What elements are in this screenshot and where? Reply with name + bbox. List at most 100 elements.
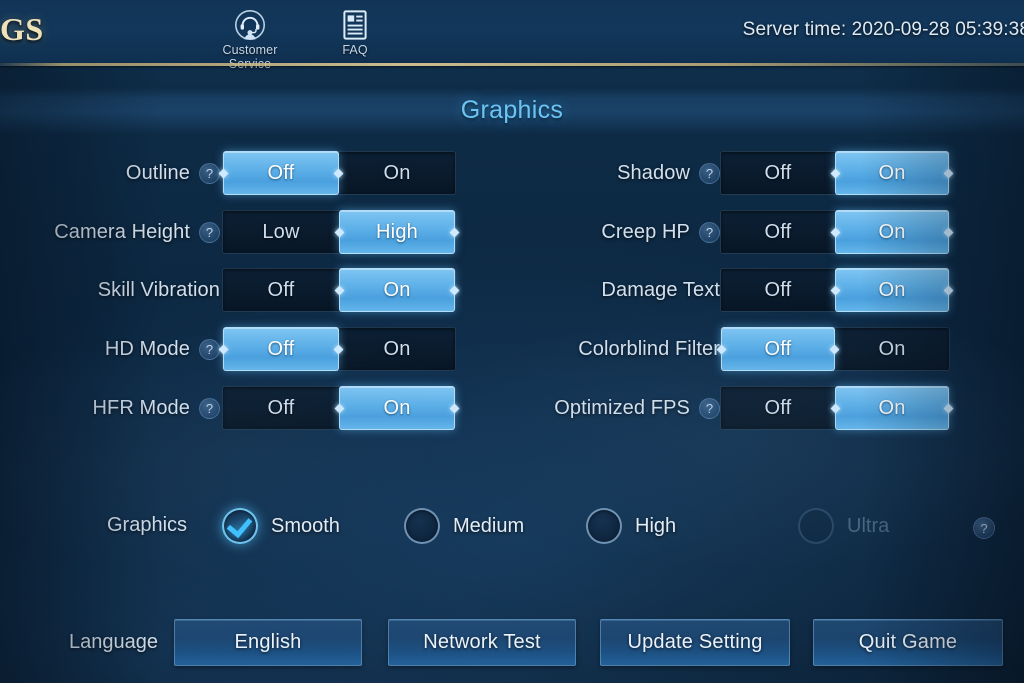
graphics-quality-label: Graphics	[107, 514, 188, 536]
setting-label: Creep HP	[601, 220, 690, 243]
top-header-bar: GS Customer Service	[0, 0, 1024, 71]
setting-toggle[interactable]: Off On	[222, 386, 456, 430]
quality-radio-label: High	[635, 514, 677, 537]
header-divider	[0, 63, 1024, 66]
toggle-option[interactable]: On	[339, 386, 455, 430]
setting-toggle[interactable]: Off On	[720, 327, 950, 371]
setting-row: Optimized FPS? Off On	[500, 384, 1000, 432]
toggle-option[interactable]: Off	[721, 387, 835, 429]
help-icon[interactable]: ?	[199, 162, 220, 184]
setting-row: Skill Vibration Off On	[0, 266, 470, 314]
setting-row: HFR Mode? Off On	[0, 384, 470, 432]
setting-toggle[interactable]: Low High	[222, 210, 456, 254]
setting-label-group: Camera Height?	[54, 208, 220, 256]
section-title: Graphics	[460, 96, 564, 124]
radio-circle-icon[interactable]	[404, 508, 440, 544]
setting-row: Creep HP? Off On	[500, 208, 1000, 256]
help-icon[interactable]: ?	[699, 397, 720, 419]
setting-label: Shadow	[617, 161, 690, 184]
graphics-quality-help-icon[interactable]: ?	[973, 517, 995, 539]
setting-toggle[interactable]: Off On	[720, 210, 950, 254]
setting-label-group: Colorblind Filter	[578, 325, 720, 373]
setting-label: HFR Mode	[92, 396, 190, 419]
page-title: GS	[0, 11, 44, 47]
setting-row: HD Mode? Off On	[0, 325, 470, 373]
setting-row: Shadow? Off On	[500, 149, 1000, 197]
quality-radio-label: Medium	[453, 514, 525, 537]
setting-label-group: Optimized FPS?	[554, 384, 720, 432]
setting-label: Skill Vibration	[97, 278, 220, 301]
toggle-option[interactable]: Off	[223, 269, 339, 311]
quality-radio-item: Ultra	[798, 503, 889, 549]
toggle-option[interactable]: On	[835, 210, 949, 254]
toggle-option[interactable]: On	[835, 386, 949, 430]
toggle-option[interactable]: On	[339, 268, 455, 312]
setting-row: Damage Text Off On	[500, 266, 1000, 314]
bottom-action-bar: Language English Network Test Update Set…	[0, 619, 1024, 667]
customer-service-button[interactable]: Customer Service	[204, 8, 296, 71]
checkmark-icon[interactable]	[222, 508, 258, 544]
radio-circle-icon	[798, 508, 834, 544]
toggle-option[interactable]: On	[339, 328, 455, 370]
quality-radio-item[interactable]: Medium	[404, 503, 524, 549]
toggle-option[interactable]: On	[835, 151, 949, 195]
check-glyph	[226, 511, 253, 539]
setting-label-group: Damage Text	[601, 266, 720, 314]
quality-radio-item[interactable]: Smooth	[222, 503, 340, 549]
toggle-option[interactable]: Low	[223, 211, 339, 253]
setting-label-group: Creep HP?	[601, 208, 720, 256]
setting-row: Camera Height? Low High	[0, 208, 470, 256]
toggle-option[interactable]: High	[339, 210, 455, 254]
network-test-button[interactable]: Network Test	[388, 619, 576, 666]
quality-radio-label: Smooth	[271, 514, 340, 537]
toggle-option[interactable]: Off	[721, 152, 835, 194]
toggle-option[interactable]: Off	[223, 151, 339, 195]
setting-label: Optimized FPS	[554, 396, 690, 419]
help-icon[interactable]: ?	[699, 162, 720, 184]
customer-service-icon	[204, 8, 296, 42]
toggle-option[interactable]: On	[835, 268, 949, 312]
setting-row: Outline? Off On	[0, 149, 470, 197]
radio-circle-icon[interactable]	[586, 508, 622, 544]
language-button[interactable]: English	[174, 619, 362, 666]
setting-label: Camera Height	[54, 220, 190, 243]
setting-label: HD Mode	[104, 337, 190, 360]
setting-label-group: HD Mode?	[105, 325, 220, 373]
faq-button[interactable]: FAQ	[311, 8, 399, 57]
faq-label: FAQ	[342, 43, 368, 57]
settings-screen: GS Customer Service	[0, 0, 1024, 683]
setting-label: Damage Text	[601, 278, 720, 301]
setting-label-group: Outline?	[126, 149, 220, 197]
setting-toggle[interactable]: Off On	[222, 268, 456, 312]
help-icon[interactable]: ?	[199, 397, 220, 419]
toggle-option[interactable]: Off	[721, 269, 835, 311]
setting-toggle[interactable]: Off On	[222, 327, 456, 371]
setting-label-group: Shadow?	[617, 149, 720, 197]
setting-label-group: Skill Vibration	[98, 266, 220, 314]
quality-radio-item[interactable]: High	[586, 503, 676, 549]
setting-label-group: HFR Mode?	[92, 384, 220, 432]
graphics-quality-row: Graphics Smooth Medium High Ultra ?	[0, 503, 1024, 549]
update-setting-button[interactable]: Update Setting	[600, 619, 790, 666]
setting-toggle[interactable]: Off On	[222, 151, 456, 195]
language-label: Language	[69, 631, 158, 653]
toggle-option[interactable]: On	[339, 152, 455, 194]
help-icon[interactable]: ?	[699, 221, 720, 243]
toggle-option[interactable]: On	[835, 328, 949, 370]
customer-service-label: Customer Service	[222, 43, 278, 71]
quit-game-button[interactable]: Quit Game	[813, 619, 1003, 666]
setting-toggle[interactable]: Off On	[720, 386, 950, 430]
toggle-option[interactable]: Off	[223, 327, 339, 371]
toggle-option[interactable]: Off	[223, 387, 339, 429]
server-time-text: Server time: 2020-09-28 05:39:38	[742, 19, 1024, 40]
setting-toggle[interactable]: Off On	[720, 268, 950, 312]
toggle-option[interactable]: Off	[721, 327, 835, 371]
faq-document-icon	[311, 8, 399, 42]
help-icon[interactable]: ?	[199, 221, 220, 243]
help-icon[interactable]: ?	[199, 338, 220, 360]
toggle-option[interactable]: Off	[721, 211, 835, 253]
setting-toggle[interactable]: Off On	[720, 151, 950, 195]
quality-radio-label: Ultra	[847, 514, 890, 537]
setting-label: Outline	[125, 161, 190, 184]
setting-row: Colorblind Filter Off On	[500, 325, 1000, 373]
